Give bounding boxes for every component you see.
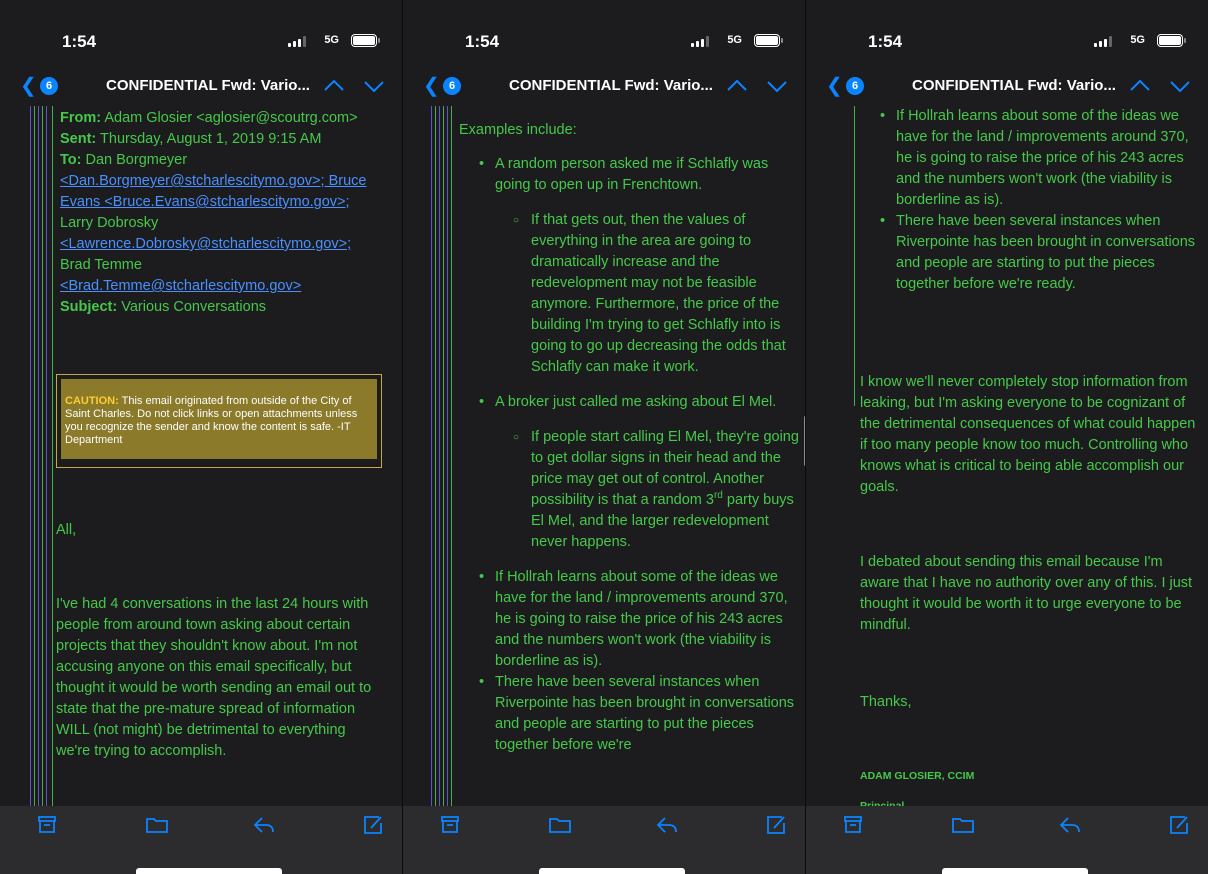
folder-icon[interactable] <box>951 814 975 836</box>
sign-off: Thanks, <box>860 694 912 710</box>
signal-icon <box>288 36 306 47</box>
to-recipient: Dan Borgmeyer <box>85 152 188 168</box>
examples-list: A random person asked me if Schlafly was… <box>459 154 799 756</box>
list-item: There have been several instances when R… <box>459 672 799 756</box>
unread-badge: 6 <box>40 77 58 95</box>
home-indicator <box>136 868 282 874</box>
status-bar: 1:54 5G <box>806 0 1208 70</box>
folder-icon[interactable] <box>548 814 572 836</box>
bottom-toolbar <box>806 806 1208 874</box>
chevron-down-icon[interactable] <box>765 74 789 98</box>
recipient-link[interactable]: <Brad.Temme@stcharlescitymo.gov> <box>60 278 301 294</box>
chevron-up-icon[interactable] <box>1128 74 1152 98</box>
signal-icon <box>691 36 709 47</box>
battery-icon <box>351 34 380 47</box>
from-value[interactable]: Adam Glosier <aglosier@scoutrg.com> <box>104 110 357 126</box>
chevron-up-icon[interactable] <box>322 74 346 98</box>
status-time: 1:54 <box>62 32 97 51</box>
email-body: From: Adam Glosier <aglosier@scoutrg.com… <box>0 106 402 806</box>
screenshot-panel-1: 1:54 5G ❮ 6 CONFIDENTIAL Fwd: Vario... F… <box>0 0 402 874</box>
status-bar: 1:54 5G <box>0 0 402 70</box>
email-body: Examples include: A random person asked … <box>403 106 805 806</box>
recipient-link[interactable]: <Lawrence.Dobrosky@stcharlescitymo.gov>; <box>60 236 351 252</box>
chevron-up-icon[interactable] <box>725 74 749 98</box>
archive-icon[interactable] <box>36 814 58 836</box>
nav-bar: ❮ 6 CONFIDENTIAL Fwd: Vario... <box>403 68 805 106</box>
chevron-left-icon[interactable]: ❮ <box>20 76 37 96</box>
nav-bar: ❮ 6 CONFIDENTIAL Fwd: Vario... <box>806 68 1208 106</box>
compose-icon[interactable] <box>1168 814 1190 836</box>
screenshot-panel-2: 1:54 5G ❮ 6 CONFIDENTIAL Fwd: Vario... E… <box>403 0 805 874</box>
home-indicator <box>539 868 685 874</box>
to-recipient: Brad Temme <box>60 257 142 273</box>
subject-label: Subject: <box>60 299 118 315</box>
compose-icon[interactable] <box>362 814 384 836</box>
compose-icon[interactable] <box>765 814 787 836</box>
list-item: A random person asked me if Schlafly was… <box>459 154 799 196</box>
caution-banner: CAUTION: This email originated from outs… <box>56 374 382 468</box>
list-item: If Hollrah learns about some of the idea… <box>459 567 799 672</box>
chevron-left-icon[interactable]: ❮ <box>826 76 843 96</box>
from-label: From: <box>60 110 102 126</box>
recipient-link[interactable]: Evans <Bruce.Evans@stcharlescitymo.gov>; <box>60 194 350 210</box>
email-subject-title: CONFIDENTIAL Fwd: Vario... <box>106 77 310 94</box>
scrollbar[interactable] <box>804 416 805 466</box>
email-header: From: Adam Glosier <aglosier@scoutrg.com… <box>60 108 390 318</box>
battery-icon <box>1157 34 1186 47</box>
body-paragraph: I've had 4 conversations in the last 24 … <box>56 596 372 759</box>
to-label: To: <box>60 152 82 168</box>
reply-icon[interactable] <box>1058 814 1082 836</box>
signature-title: Principal <box>860 800 905 806</box>
email-body: If Hollrah learns about some of the idea… <box>806 106 1208 806</box>
unread-badge: 6 <box>443 77 461 95</box>
screenshot-panel-3: 1:54 5G ❮ 6 CONFIDENTIAL Fwd: Vario... I… <box>806 0 1208 874</box>
network-label: 5G <box>1130 34 1145 46</box>
list-item: There have been several instances when R… <box>860 211 1200 295</box>
bottom-toolbar <box>0 806 402 874</box>
signal-icon <box>1094 36 1112 47</box>
folder-icon[interactable] <box>145 814 169 836</box>
status-bar: 1:54 5G <box>403 0 805 70</box>
network-label: 5G <box>727 34 742 46</box>
subject-value: Various Conversations <box>121 299 267 315</box>
email-subject-title: CONFIDENTIAL Fwd: Vario... <box>509 77 713 94</box>
list-item: A broker just called me asking about El … <box>459 392 799 413</box>
unread-badge: 6 <box>846 77 864 95</box>
battery-icon <box>754 34 783 47</box>
archive-icon[interactable] <box>439 814 461 836</box>
home-indicator <box>942 868 1088 874</box>
body-paragraph: I debated about sending this email becau… <box>860 554 1193 633</box>
examples-list-continued: If Hollrah learns about some of the idea… <box>860 106 1200 295</box>
sent-value: Thursday, August 1, 2019 9:15 AM <box>100 131 322 147</box>
network-label: 5G <box>324 34 339 46</box>
list-subitem: If that gets out, then the values of eve… <box>459 210 799 378</box>
caution-label: CAUTION: <box>65 395 119 407</box>
examples-intro: Examples include: <box>459 122 577 138</box>
bottom-toolbar <box>403 806 805 874</box>
nav-bar: ❮ 6 CONFIDENTIAL Fwd: Vario... <box>0 68 402 106</box>
recipient-link[interactable]: <Dan.Borgmeyer@stcharlescitymo.gov>; Bru… <box>60 173 366 189</box>
list-item: If Hollrah learns about some of the idea… <box>860 106 1200 211</box>
to-recipient: Larry Dobrosky <box>60 215 159 231</box>
archive-icon[interactable] <box>842 814 864 836</box>
signature-name: ADAM GLOSIER, CCIM <box>860 770 975 782</box>
chevron-down-icon[interactable] <box>362 74 386 98</box>
reply-icon[interactable] <box>252 814 276 836</box>
chevron-left-icon[interactable]: ❮ <box>423 76 440 96</box>
email-subject-title: CONFIDENTIAL Fwd: Vario... <box>912 77 1116 94</box>
list-subitem: If people start calling El Mel, they're … <box>459 427 799 553</box>
sent-label: Sent: <box>60 131 97 147</box>
chevron-down-icon[interactable] <box>1168 74 1192 98</box>
status-time: 1:54 <box>465 32 500 51</box>
reply-icon[interactable] <box>655 814 679 836</box>
body-paragraph: I know we'll never completely stop infor… <box>860 374 1196 495</box>
status-time: 1:54 <box>868 32 903 51</box>
greeting: All, <box>56 522 77 538</box>
